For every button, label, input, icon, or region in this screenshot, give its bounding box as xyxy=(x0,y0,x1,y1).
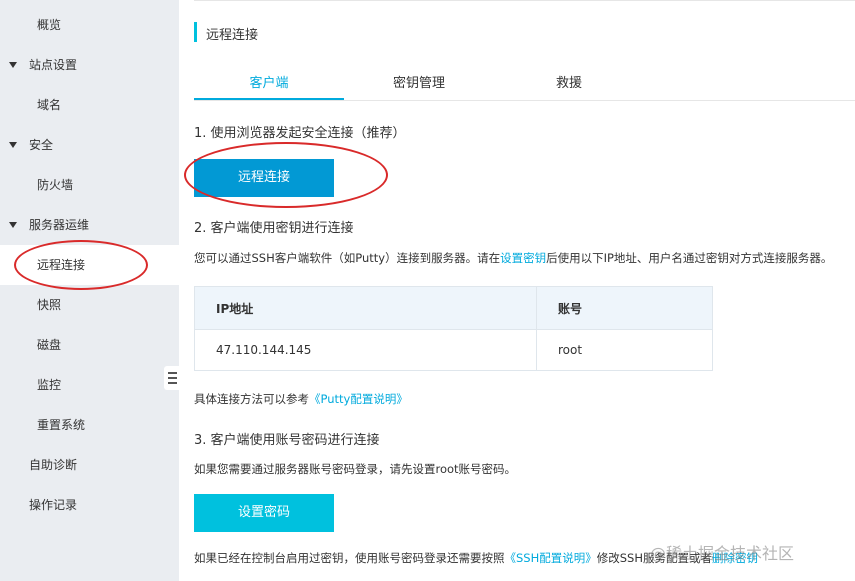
set-password-button[interactable]: 设置密码 xyxy=(194,494,334,532)
watermark: @稀土掘金技术社区 xyxy=(650,544,795,563)
password-description: 如果您需要通过服务器账号密码登录，请先设置root账号密码。 xyxy=(194,462,517,476)
sidebar-item-reset-system[interactable]: 重置系统 xyxy=(0,405,179,445)
tab-key-management[interactable]: 密钥管理 xyxy=(344,72,494,91)
tab-rescue[interactable]: 救援 xyxy=(494,72,644,91)
sidebar-group-security[interactable]: 安全 xyxy=(0,125,179,165)
sidebar-item-firewall[interactable]: 防火墙 xyxy=(0,165,179,205)
account-cell: root xyxy=(536,329,713,371)
sidebar-item-domain[interactable]: 域名 xyxy=(0,85,179,125)
divider xyxy=(194,0,855,1)
tab-client[interactable]: 客户端 xyxy=(194,72,344,91)
remote-connect-button[interactable]: 远程连接 xyxy=(194,159,334,197)
putty-guide-link[interactable]: 《Putty配置说明》 xyxy=(309,392,408,406)
section-heading-key: 2. 客户端使用密钥进行连接 xyxy=(194,221,354,236)
menu-icon-bar xyxy=(168,377,177,379)
page-title: 远程连接 xyxy=(206,28,259,43)
tab-bar: 客户端 密钥管理 救援 xyxy=(194,64,855,101)
section-heading-password: 3. 客户端使用账号密码进行连接 xyxy=(194,433,380,448)
sidebar-item-overview[interactable]: 概览 xyxy=(0,5,179,45)
sidebar-item-snapshot[interactable]: 快照 xyxy=(0,285,179,325)
sidebar-item-disk[interactable]: 磁盘 xyxy=(0,325,179,365)
menu-icon xyxy=(168,372,177,374)
sidebar-item-remote-connection[interactable]: 远程连接 xyxy=(0,245,179,285)
title-accent-bar xyxy=(194,22,197,42)
caret-down-icon xyxy=(9,62,17,68)
section-heading-browser: 1. 使用浏览器发起安全连接（推荐） xyxy=(194,126,406,141)
sidebar-group-server-ops[interactable]: 服务器运维 xyxy=(0,205,179,245)
table-header-row: IP地址 账号 xyxy=(194,286,713,330)
sidebar: 概览 站点设置 域名 安全 防火墙 服务器运维 远程连接 快照 磁盘 监控 重置… xyxy=(0,0,179,581)
table-row: 47.110.144.145 root xyxy=(194,329,713,371)
sidebar-item-monitoring[interactable]: 监控 xyxy=(0,365,179,405)
connection-info-table: IP地址 账号 47.110.144.145 root xyxy=(194,286,713,371)
tab-active-indicator xyxy=(194,98,344,100)
sidebar-collapse-handle[interactable] xyxy=(164,366,180,390)
set-key-link[interactable]: 设置密钥 xyxy=(500,251,546,265)
caret-down-icon xyxy=(9,222,17,228)
sidebar-item-operation-log[interactable]: 操作记录 xyxy=(0,485,179,525)
putty-note: 具体连接方法可以参考《Putty配置说明》 xyxy=(194,392,408,406)
table-header-ip: IP地址 xyxy=(194,286,537,330)
sidebar-item-self-diagnosis[interactable]: 自助诊断 xyxy=(0,445,179,485)
sidebar-group-site-settings[interactable]: 站点设置 xyxy=(0,45,179,85)
main-content: 远程连接 客户端 密钥管理 救援 1. 使用浏览器发起安全连接（推荐） 远程连接… xyxy=(179,0,855,581)
ip-address-cell: 47.110.144.145 xyxy=(194,329,537,371)
menu-icon-bar xyxy=(168,382,177,384)
caret-down-icon xyxy=(9,142,17,148)
key-description: 您可以通过SSH客户端软件（如Putty）连接到服务器。请在设置密钥后使用以下I… xyxy=(194,251,833,265)
ssh-guide-link[interactable]: 《SSH配置说明》 xyxy=(505,551,597,565)
table-header-account: 账号 xyxy=(536,286,713,330)
